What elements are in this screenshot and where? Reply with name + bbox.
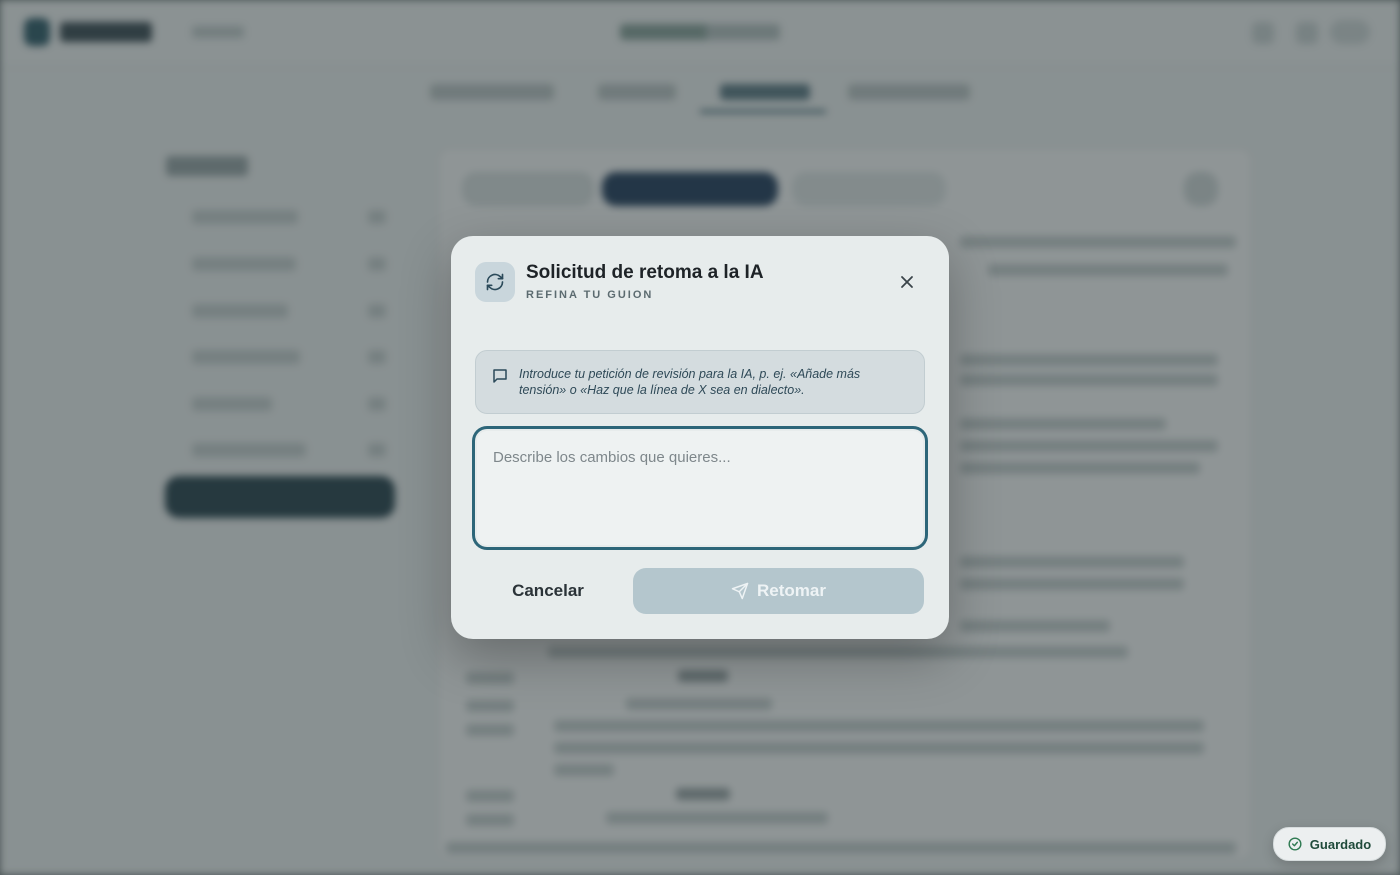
send-icon <box>731 582 749 600</box>
dialog-subtitle: REFINA TU GUION <box>526 289 654 301</box>
check-circle-icon <box>1288 837 1302 851</box>
hint-text: Introduce tu petición de revisión para l… <box>519 367 861 397</box>
retake-button[interactable]: Retomar <box>633 568 924 614</box>
close-button[interactable] <box>895 270 919 294</box>
close-icon <box>901 276 913 288</box>
dialog-title: Solicitud de retoma a la IA <box>526 262 764 283</box>
hint-box: Introduce tu petición de revisión para l… <box>475 350 925 414</box>
saved-toast: Guardado <box>1273 827 1386 861</box>
revision-request-input[interactable] <box>477 431 923 545</box>
toast-label: Guardado <box>1309 836 1372 852</box>
refresh-icon <box>475 262 515 302</box>
message-icon <box>493 369 507 383</box>
retake-request-dialog: Solicitud de retoma a la IA REFINA TU GU… <box>451 236 949 639</box>
retake-button-label: Retomar <box>757 581 826 600</box>
cancel-button[interactable]: Cancelar <box>475 568 621 614</box>
revision-input-wrapper <box>475 429 925 547</box>
